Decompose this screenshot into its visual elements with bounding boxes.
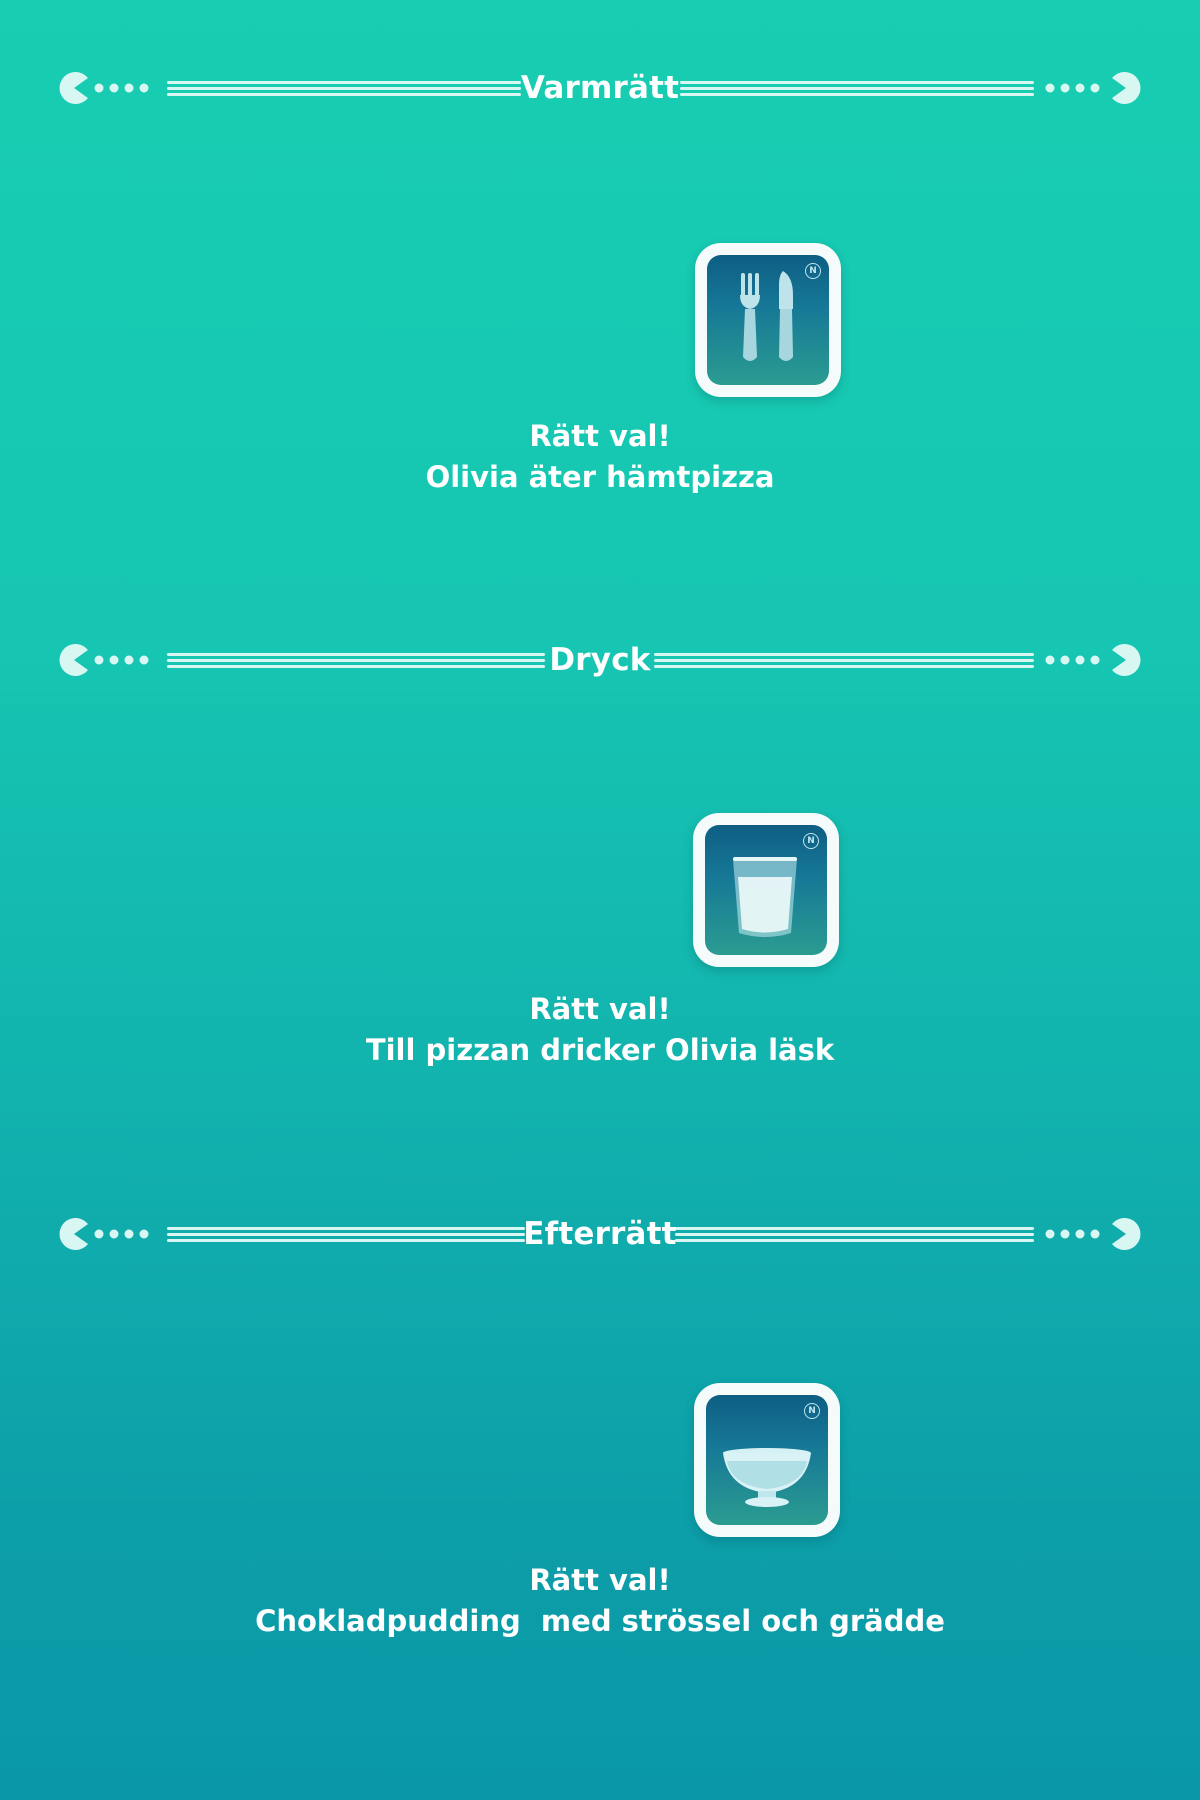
result-title: Rätt val! bbox=[529, 1563, 671, 1597]
meal-tile[interactable]: N bbox=[695, 243, 841, 397]
tile-face: N bbox=[705, 825, 827, 955]
section-title: Varmrätt bbox=[520, 70, 680, 106]
section-title: Dryck bbox=[549, 642, 651, 678]
tile-face: N bbox=[707, 255, 829, 385]
section-divider-dryck: Dryck bbox=[0, 640, 1200, 680]
result-description: Chokladpudding med strössel och grädde bbox=[255, 1604, 945, 1638]
section-title: Efterrätt bbox=[523, 1216, 677, 1252]
badge-icon: N bbox=[805, 263, 821, 279]
meal-tile[interactable]: N bbox=[693, 813, 839, 967]
result-description: Till pizzan dricker Olivia läsk bbox=[365, 1033, 835, 1067]
meal-tile[interactable]: N bbox=[694, 1383, 840, 1537]
tile-face: N bbox=[706, 1395, 828, 1525]
result-title: Rätt val! bbox=[529, 419, 671, 453]
badge-icon: N bbox=[804, 1403, 820, 1419]
result-description: Olivia äter hämtpizza bbox=[425, 460, 775, 494]
section-divider-varmratt: Varmrätt bbox=[0, 68, 1200, 108]
result-text: Rätt val! Till pizzan dricker Olivia läs… bbox=[0, 989, 1200, 1071]
section-divider-efterratt: Efterrätt bbox=[0, 1214, 1200, 1254]
result-text: Rätt val! Chokladpudding med strössel oc… bbox=[0, 1560, 1200, 1642]
result-title: Rätt val! bbox=[529, 992, 671, 1026]
badge-icon: N bbox=[803, 833, 819, 849]
result-text: Rätt val! Olivia äter hämtpizza bbox=[0, 416, 1200, 498]
